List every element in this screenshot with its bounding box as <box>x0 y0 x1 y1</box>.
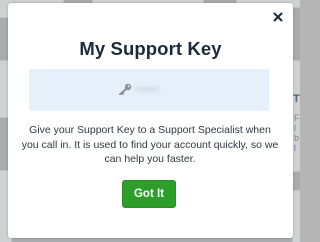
background-card <box>292 190 300 242</box>
dialog-description: Give your Support Key to a Support Speci… <box>21 124 279 165</box>
close-button[interactable] <box>271 10 285 24</box>
support-key-box: •••••• <box>29 69 269 111</box>
dialog-title: My Support Key <box>79 38 222 59</box>
key-icon <box>118 83 132 95</box>
support-key-value: •••••• <box>136 84 160 96</box>
support-key-dialog: My Support Key •••••• Give your Support … <box>8 3 293 238</box>
got-it-button[interactable]: Got It <box>122 180 176 208</box>
background-text-fragment: Flbl <box>294 113 300 153</box>
background-heading-fragment: T <box>293 93 300 105</box>
close-icon <box>273 12 283 22</box>
